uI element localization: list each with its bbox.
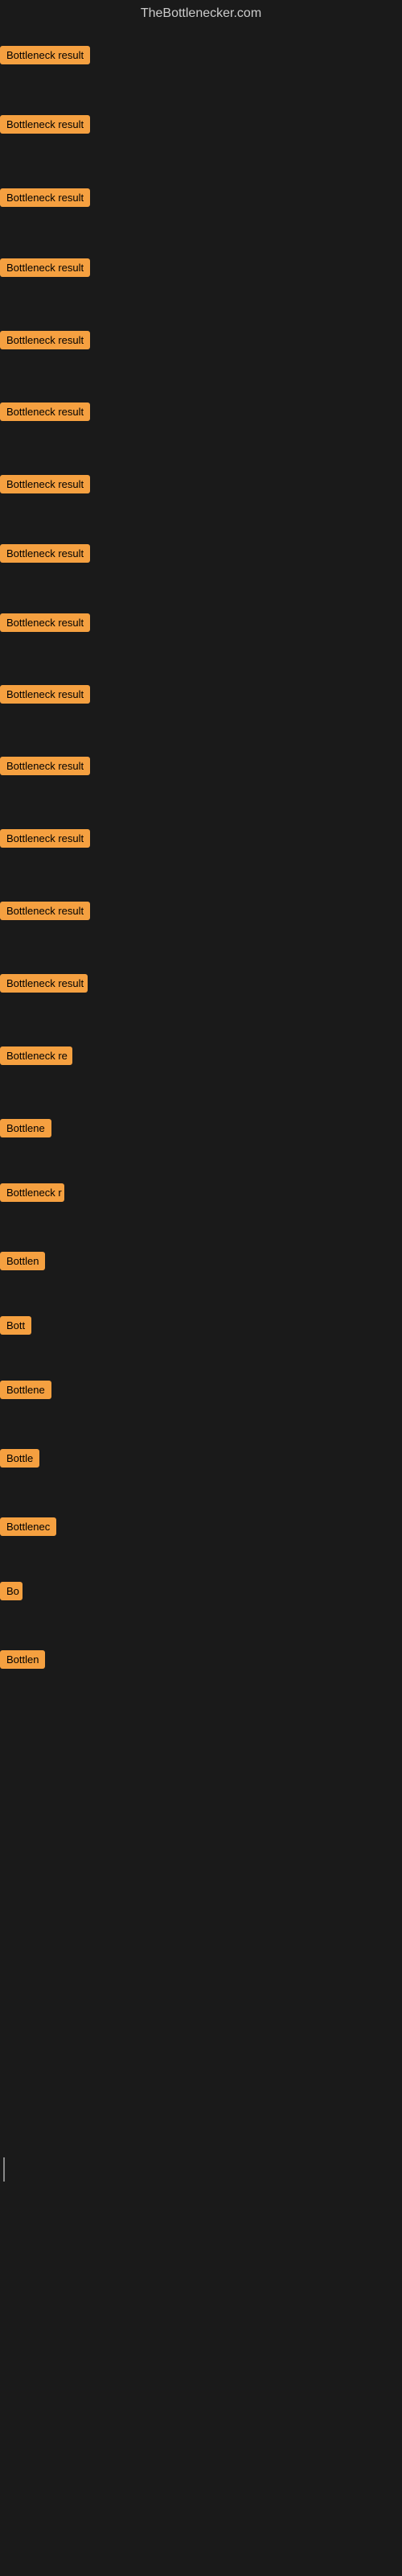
result-row-14: Bottleneck result — [0, 974, 402, 997]
result-row-7: Bottleneck result — [0, 475, 402, 497]
bottleneck-badge[interactable]: Bottleneck result — [0, 475, 90, 493]
result-row-21: Bottle — [0, 1449, 402, 1472]
site-title: TheBottlenecker.com — [0, 0, 402, 27]
result-row-8: Bottleneck result — [0, 544, 402, 567]
result-row-19: Bott — [0, 1316, 402, 1339]
result-row-23: Bo — [0, 1582, 402, 1604]
bottleneck-badge[interactable]: Bottleneck result — [0, 115, 90, 134]
bottleneck-badge[interactable]: Bottleneck r — [0, 1183, 64, 1202]
result-row-15: Bottleneck re — [0, 1046, 402, 1069]
bottleneck-badge[interactable]: Bottlene — [0, 1119, 51, 1137]
bottleneck-badge[interactable]: Bottleneck result — [0, 613, 90, 632]
bottleneck-badge[interactable]: Bottleneck re — [0, 1046, 72, 1065]
result-row-6: Bottleneck result — [0, 402, 402, 425]
result-row-1: Bottleneck result — [0, 46, 402, 68]
bottleneck-badge[interactable]: Bottle — [0, 1449, 39, 1468]
bottleneck-badge[interactable]: Bottleneck result — [0, 46, 90, 64]
result-row-10: Bottleneck result — [0, 685, 402, 708]
bottleneck-badge[interactable]: Bottleneck result — [0, 402, 90, 421]
bottleneck-badge[interactable]: Bottlen — [0, 1650, 45, 1669]
bottleneck-badge[interactable]: Bottleneck result — [0, 757, 90, 775]
bottleneck-badge[interactable]: Bottlene — [0, 1381, 51, 1399]
result-row-18: Bottlen — [0, 1252, 402, 1274]
bottleneck-badge[interactable]: Bott — [0, 1316, 31, 1335]
result-row-13: Bottleneck result — [0, 902, 402, 924]
result-row-16: Bottlene — [0, 1119, 402, 1141]
bottleneck-badge[interactable]: Bottlenec — [0, 1517, 56, 1536]
result-row-12: Bottleneck result — [0, 829, 402, 852]
bottleneck-badge[interactable]: Bottleneck result — [0, 829, 90, 848]
bottleneck-badge[interactable]: Bottleneck result — [0, 258, 90, 277]
result-row-24: Bottlen — [0, 1650, 402, 1673]
result-row-5: Bottleneck result — [0, 331, 402, 353]
result-row-2: Bottleneck result — [0, 115, 402, 138]
bottleneck-badge[interactable]: Bottleneck result — [0, 685, 90, 704]
result-row-9: Bottleneck result — [0, 613, 402, 636]
result-row-3: Bottleneck result — [0, 188, 402, 211]
bottleneck-badge[interactable]: Bottleneck result — [0, 188, 90, 207]
bottleneck-badge[interactable]: Bottleneck result — [0, 902, 90, 920]
result-row-20: Bottlene — [0, 1381, 402, 1403]
result-row-11: Bottleneck result — [0, 757, 402, 779]
bottleneck-badge[interactable]: Bottleneck result — [0, 974, 88, 993]
bottleneck-badge[interactable]: Bo — [0, 1582, 23, 1600]
result-row-17: Bottleneck r — [0, 1183, 402, 1206]
bottleneck-badge[interactable]: Bottleneck result — [0, 331, 90, 349]
bottleneck-badge[interactable]: Bottlen — [0, 1252, 45, 1270]
result-row-22: Bottlenec — [0, 1517, 402, 1540]
bottleneck-badge[interactable]: Bottleneck result — [0, 544, 90, 563]
cursor-indicator — [3, 2157, 5, 2182]
result-row-4: Bottleneck result — [0, 258, 402, 281]
